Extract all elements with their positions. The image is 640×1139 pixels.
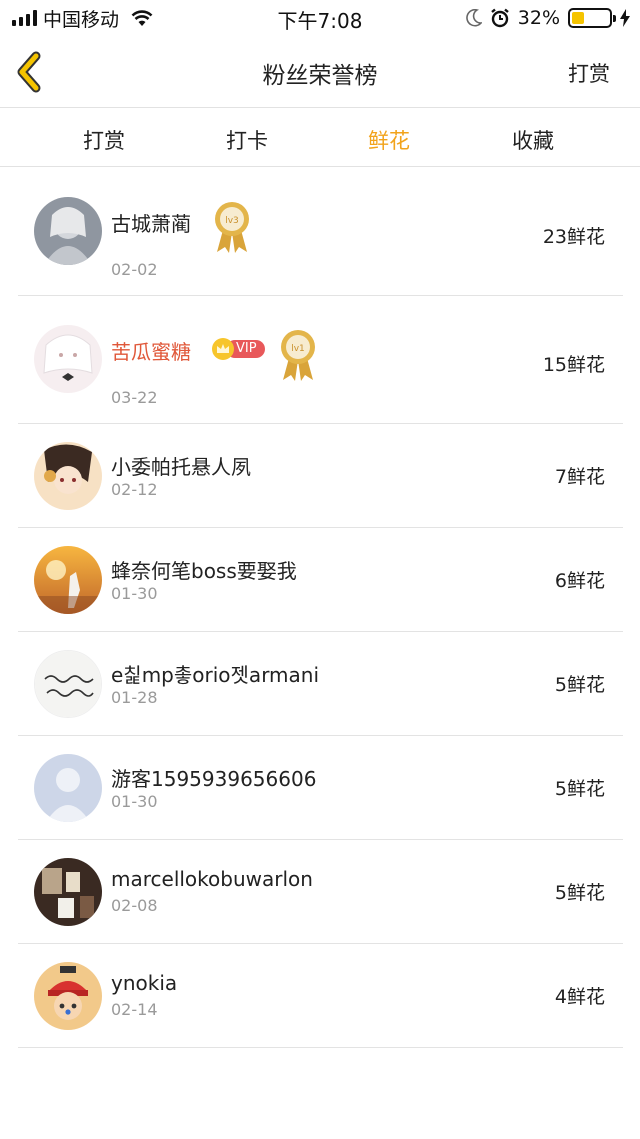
- battery-percent: 32%: [517, 7, 560, 29]
- tab-flowers[interactable]: 鲜花: [344, 125, 434, 155]
- medal-lv3-icon: lv3: [212, 200, 252, 254]
- medal-lv1-icon: lv1: [278, 328, 318, 382]
- user-date: 01-30: [111, 584, 158, 603]
- user-name: 古城萧蔺: [111, 212, 191, 236]
- flower-count: 5鲜花: [554, 778, 605, 800]
- user-date: 02-02: [111, 260, 158, 279]
- battery-level: [572, 12, 584, 24]
- moon-icon: [466, 9, 482, 27]
- vip-badge: VIP: [212, 338, 265, 360]
- svg-text:lv3: lv3: [225, 216, 239, 226]
- flower-count: 5鲜花: [554, 674, 605, 696]
- page-title: 粉丝荣誉榜: [262, 63, 378, 89]
- list-item[interactable]: 小委帕托悬人夙 02-12 7鲜花: [18, 424, 623, 528]
- user-name: 苦瓜蜜糖: [111, 340, 191, 364]
- list-item[interactable]: e칥mp촣orio젯armani 01-28 5鲜花: [18, 632, 623, 736]
- tab-favorites[interactable]: 收藏: [488, 125, 578, 155]
- avatar: [34, 858, 102, 926]
- user-date: 02-12: [111, 480, 158, 499]
- user-name: 蜂奈何笔boss要娶我: [111, 559, 297, 583]
- flower-count: 4鲜花: [554, 986, 605, 1008]
- user-date: 02-14: [111, 1000, 158, 1019]
- flower-count: 23鲜花: [542, 226, 605, 248]
- list-item[interactable]: 古城萧蔺 lv3 02-02 23鲜花: [18, 168, 623, 296]
- status-right: 32%: [466, 6, 630, 30]
- crown-icon: [212, 338, 234, 360]
- avatar: [34, 197, 102, 265]
- user-date: 03-22: [111, 388, 158, 407]
- status-bar: 中国移动 下午7:08 32%: [0, 0, 640, 36]
- list-item[interactable]: 苦瓜蜜糖 VIP lv1 03-22 15鲜花: [18, 296, 623, 424]
- svg-text:lv1: lv1: [291, 344, 305, 354]
- user-name: ynokia: [111, 971, 178, 995]
- flower-count: 15鲜花: [542, 354, 605, 376]
- flower-count: 6鲜花: [554, 570, 605, 592]
- avatar: [34, 650, 102, 718]
- charging-icon: [620, 9, 630, 27]
- list-item[interactable]: 蜂奈何笔boss要娶我 01-30 6鲜花: [18, 528, 623, 632]
- avatar: [34, 754, 102, 822]
- flower-count: 5鲜花: [554, 882, 605, 904]
- avatar: [34, 442, 102, 510]
- battery-icon: [568, 8, 616, 28]
- list-item[interactable]: ynokia 02-14 4鲜花: [18, 944, 623, 1048]
- nav-bar: 粉丝荣誉榜 打赏: [0, 36, 640, 108]
- alarm-icon: [490, 8, 509, 28]
- user-name: 游客1595939656606: [111, 767, 317, 791]
- list-item[interactable]: marcellokobuwarlon 02-08 5鲜花: [18, 840, 623, 944]
- avatar: [34, 546, 102, 614]
- user-date: 02-08: [111, 896, 158, 915]
- user-name: marcellokobuwarlon: [111, 867, 313, 891]
- user-date: 01-30: [111, 792, 158, 811]
- user-name: e칥mp촣orio젯armani: [111, 663, 320, 687]
- user-date: 01-28: [111, 688, 158, 707]
- list-item[interactable]: 游客1595939656606 01-30 5鲜花: [18, 736, 623, 840]
- reward-button[interactable]: 打赏: [568, 58, 610, 88]
- tab-reward[interactable]: 打赏: [59, 125, 149, 155]
- avatar: [34, 962, 102, 1030]
- user-name: 小委帕托悬人夙: [111, 455, 251, 479]
- flower-count: 7鲜花: [554, 466, 605, 488]
- tab-bar: 打赏 打卡 鲜花 收藏: [0, 109, 640, 167]
- tab-checkin[interactable]: 打卡: [202, 125, 292, 155]
- avatar: [34, 325, 102, 393]
